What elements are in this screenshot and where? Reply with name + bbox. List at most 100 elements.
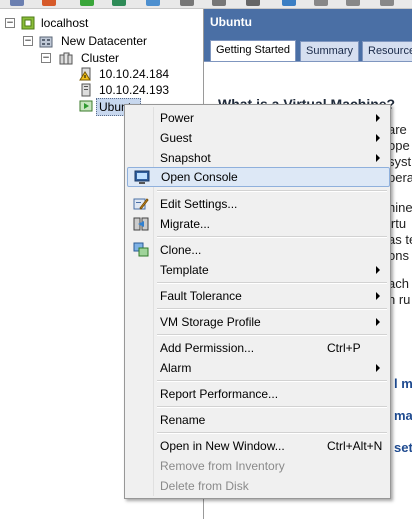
menu-item-edit-settings[interactable]: Edit Settings...	[127, 194, 388, 214]
menu-separator	[157, 380, 387, 382]
menu-item-delete-from-disk: Delete from Disk	[127, 476, 388, 496]
tree-node-host[interactable]: 10.10.24.184	[0, 66, 200, 82]
submenu-arrow-icon	[376, 114, 380, 122]
toolbar-more-icon[interactable]	[380, 0, 394, 6]
menu-item-guest[interactable]: Guest	[127, 128, 388, 148]
toolbar	[0, 0, 412, 9]
tree-label: localhost	[41, 16, 89, 30]
tree-node-localhost[interactable]: − localhost	[0, 15, 200, 31]
clone-icon	[133, 242, 149, 258]
console-icon	[134, 169, 150, 185]
body-text: hines	[388, 200, 412, 215]
menu-item-power[interactable]: Power	[127, 108, 388, 128]
menu-item-label: Open Console	[161, 170, 238, 184]
body-text: n ru	[388, 292, 411, 307]
tree-label: New Datacenter	[61, 34, 148, 48]
menu-item-label: Power	[160, 111, 195, 125]
menu-item-rename[interactable]: Rename	[127, 410, 388, 430]
menu-item-label: Template	[160, 263, 209, 277]
body-text: ach	[388, 276, 409, 291]
menu-separator	[157, 190, 387, 192]
tab-getting-started[interactable]: Getting Started	[210, 40, 296, 62]
menu-item-clone[interactable]: Clone...	[127, 240, 388, 260]
toolbar-button-icon[interactable]	[10, 0, 24, 6]
menu-item-report-performance[interactable]: Report Performance...	[127, 384, 388, 404]
toolbar-stop-icon[interactable]	[42, 0, 56, 6]
toolbar-snapshot-icon[interactable]	[146, 0, 160, 6]
collapse-toggle[interactable]: −	[23, 36, 33, 46]
tab-resource[interactable]: Resource	[362, 41, 412, 61]
tree-node-datacenter[interactable]: − New Datacenter	[0, 33, 200, 49]
menu-item-fault-tolerance[interactable]: Fault Tolerance	[127, 286, 388, 306]
host-icon	[79, 83, 93, 97]
datacenter-icon	[39, 34, 53, 48]
menu-item-label: Clone...	[160, 243, 202, 257]
tree-node-cluster[interactable]: − Cluster	[0, 50, 200, 66]
menu-item-label: Remove from Inventory	[160, 459, 285, 473]
menu-separator	[157, 308, 387, 310]
task-link[interactable]: l ma	[394, 376, 412, 391]
tree-label: 10.10.24.193	[99, 83, 170, 97]
menu-item-label: Edit Settings...	[160, 197, 238, 211]
menu-item-remove-from-inventory: Remove from Inventory	[127, 456, 388, 476]
toolbar-edit-icon[interactable]	[282, 0, 296, 6]
body-text: syst	[388, 154, 412, 169]
menu-item-template[interactable]: Template	[127, 260, 388, 280]
menu-shortcut: Ctrl+Alt+N	[327, 439, 383, 453]
menu-item-label: Add Permission...	[160, 341, 255, 355]
toolbar-manage-icon[interactable]	[212, 0, 226, 6]
menu-item-open-console[interactable]: Open Console	[127, 167, 390, 187]
submenu-arrow-icon	[376, 154, 380, 162]
context-menu: Power Guest Snapshot Open Console Edit S…	[124, 104, 391, 499]
toolbar-refresh-icon[interactable]	[112, 0, 126, 6]
submenu-arrow-icon	[376, 364, 380, 372]
menu-item-label: Delete from Disk	[160, 479, 249, 493]
menu-item-snapshot[interactable]: Snapshot	[127, 148, 388, 168]
collapse-toggle[interactable]: −	[5, 18, 15, 28]
menu-item-alarm[interactable]: Alarm	[127, 358, 388, 378]
menu-separator	[157, 334, 387, 336]
menu-item-open-new-window[interactable]: Open in New Window... Ctrl+Alt+N	[127, 436, 388, 456]
tab-summary[interactable]: Summary	[300, 41, 360, 61]
tree-node-host[interactable]: 10.10.24.193	[0, 82, 200, 98]
menu-separator	[157, 406, 387, 408]
toolbar-migrate-icon[interactable]	[314, 0, 328, 6]
menu-item-migrate[interactable]: Migrate...	[127, 214, 388, 234]
menu-item-label: Rename	[160, 413, 206, 427]
menu-item-label: Guest	[160, 131, 193, 145]
migrate-icon	[133, 216, 149, 232]
menu-separator	[157, 282, 387, 284]
task-link[interactable]: set	[394, 440, 412, 455]
submenu-arrow-icon	[376, 292, 380, 300]
menu-separator	[157, 236, 387, 238]
menu-item-label: VM Storage Profile	[160, 315, 261, 329]
menu-separator	[157, 432, 387, 434]
toolbar-console-icon[interactable]	[246, 0, 260, 6]
body-text: ope	[388, 138, 410, 153]
vcenter-icon	[21, 16, 35, 30]
edit-settings-icon	[133, 196, 149, 212]
menu-item-label: Migrate...	[160, 217, 211, 231]
collapse-toggle[interactable]: −	[41, 53, 51, 63]
panel-title: Ubuntu	[210, 15, 252, 29]
toolbar-play-icon[interactable]	[80, 0, 94, 6]
menu-item-label: Fault Tolerance	[160, 289, 242, 303]
panel-header: Ubuntu Getting Started Summary Resource	[204, 9, 412, 65]
cluster-icon	[59, 51, 73, 65]
tree-label: 10.10.24.184	[99, 67, 170, 81]
vm-icon	[79, 99, 93, 113]
menu-item-vm-storage-profile[interactable]: VM Storage Profile	[127, 312, 388, 332]
toolbar-revert-icon[interactable]	[180, 0, 194, 6]
body-text: ons	[388, 248, 409, 263]
menu-item-add-permission[interactable]: Add Permission... Ctrl+P	[127, 338, 388, 358]
task-link[interactable]: mac	[394, 408, 412, 423]
submenu-arrow-icon	[376, 134, 380, 142]
menu-item-label: Report Performance...	[160, 387, 279, 401]
toolbar-clone-icon[interactable]	[346, 0, 360, 6]
host-warning-icon	[79, 67, 93, 81]
tree-label: Cluster	[81, 51, 120, 65]
menu-item-label: Snapshot	[160, 151, 211, 165]
menu-item-label: Alarm	[160, 361, 192, 375]
menu-item-label: Open in New Window...	[160, 439, 285, 453]
submenu-arrow-icon	[376, 318, 380, 326]
